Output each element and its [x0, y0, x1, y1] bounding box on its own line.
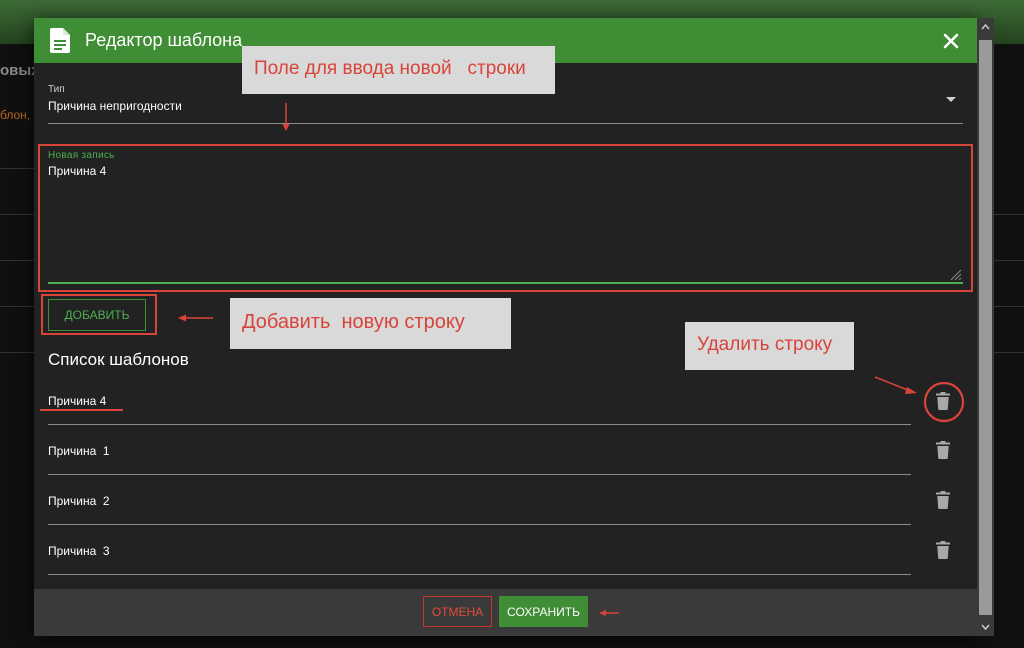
background-divider [0, 352, 34, 353]
background-divider [0, 306, 34, 307]
list-item: Причина 2 [48, 475, 911, 525]
annotation-add-hint: Добавить новую строку [230, 298, 511, 349]
type-label: Тип [48, 84, 65, 95]
new-entry-input[interactable]: Причина 4 [48, 164, 963, 282]
dialog-title: Редактор шаблона [85, 30, 243, 50]
scrollbar[interactable] [977, 18, 994, 636]
scrollbar-thumb[interactable] [979, 40, 992, 615]
type-select-underline [48, 123, 963, 124]
annotation-delete-hint: Удалить строку [685, 322, 854, 370]
trash-icon[interactable] [936, 392, 950, 410]
save-button[interactable]: СОХРАНИТЬ [499, 596, 588, 627]
list-item-label: Причина 3 [48, 544, 110, 558]
background-divider [0, 214, 34, 215]
background-divider [0, 168, 34, 169]
type-select[interactable]: Причина непригодности [48, 99, 182, 113]
list-item: Причина 4 [48, 375, 911, 425]
background-divider [0, 260, 34, 261]
add-button[interactable]: ДОБАВИТЬ [48, 299, 146, 331]
annotation-input-hint: Поле для ввода новой строки [242, 46, 555, 94]
dropdown-arrow-icon[interactable] [944, 92, 958, 106]
close-icon[interactable] [940, 30, 962, 52]
resize-grip-icon[interactable] [950, 269, 962, 281]
trash-icon[interactable] [936, 491, 950, 509]
new-entry-underline [48, 282, 963, 284]
cancel-button[interactable]: ОТМЕНА [423, 596, 492, 627]
trash-icon[interactable] [936, 541, 950, 559]
background-divider [994, 214, 1024, 215]
list-item: Причина 1 [48, 425, 911, 475]
dialog-footer: ОТМЕНА СОХРАНИТЬ [34, 589, 977, 636]
background-divider [994, 306, 1024, 307]
new-entry-label: Новая запись [48, 150, 115, 161]
background-divider [994, 260, 1024, 261]
list-item: Причина 3 [48, 525, 911, 575]
background-text: блон, [0, 108, 31, 122]
scroll-down-icon[interactable] [981, 623, 990, 631]
list-item-label: Причина 4 [48, 394, 107, 408]
list-item-label: Причина 2 [48, 494, 110, 508]
list-item-label: Причина 1 [48, 444, 110, 458]
template-list-title: Список шаблонов [48, 350, 189, 369]
document-icon [50, 28, 70, 53]
background-divider [994, 352, 1024, 353]
scroll-up-icon[interactable] [981, 23, 990, 31]
trash-icon[interactable] [936, 441, 950, 459]
